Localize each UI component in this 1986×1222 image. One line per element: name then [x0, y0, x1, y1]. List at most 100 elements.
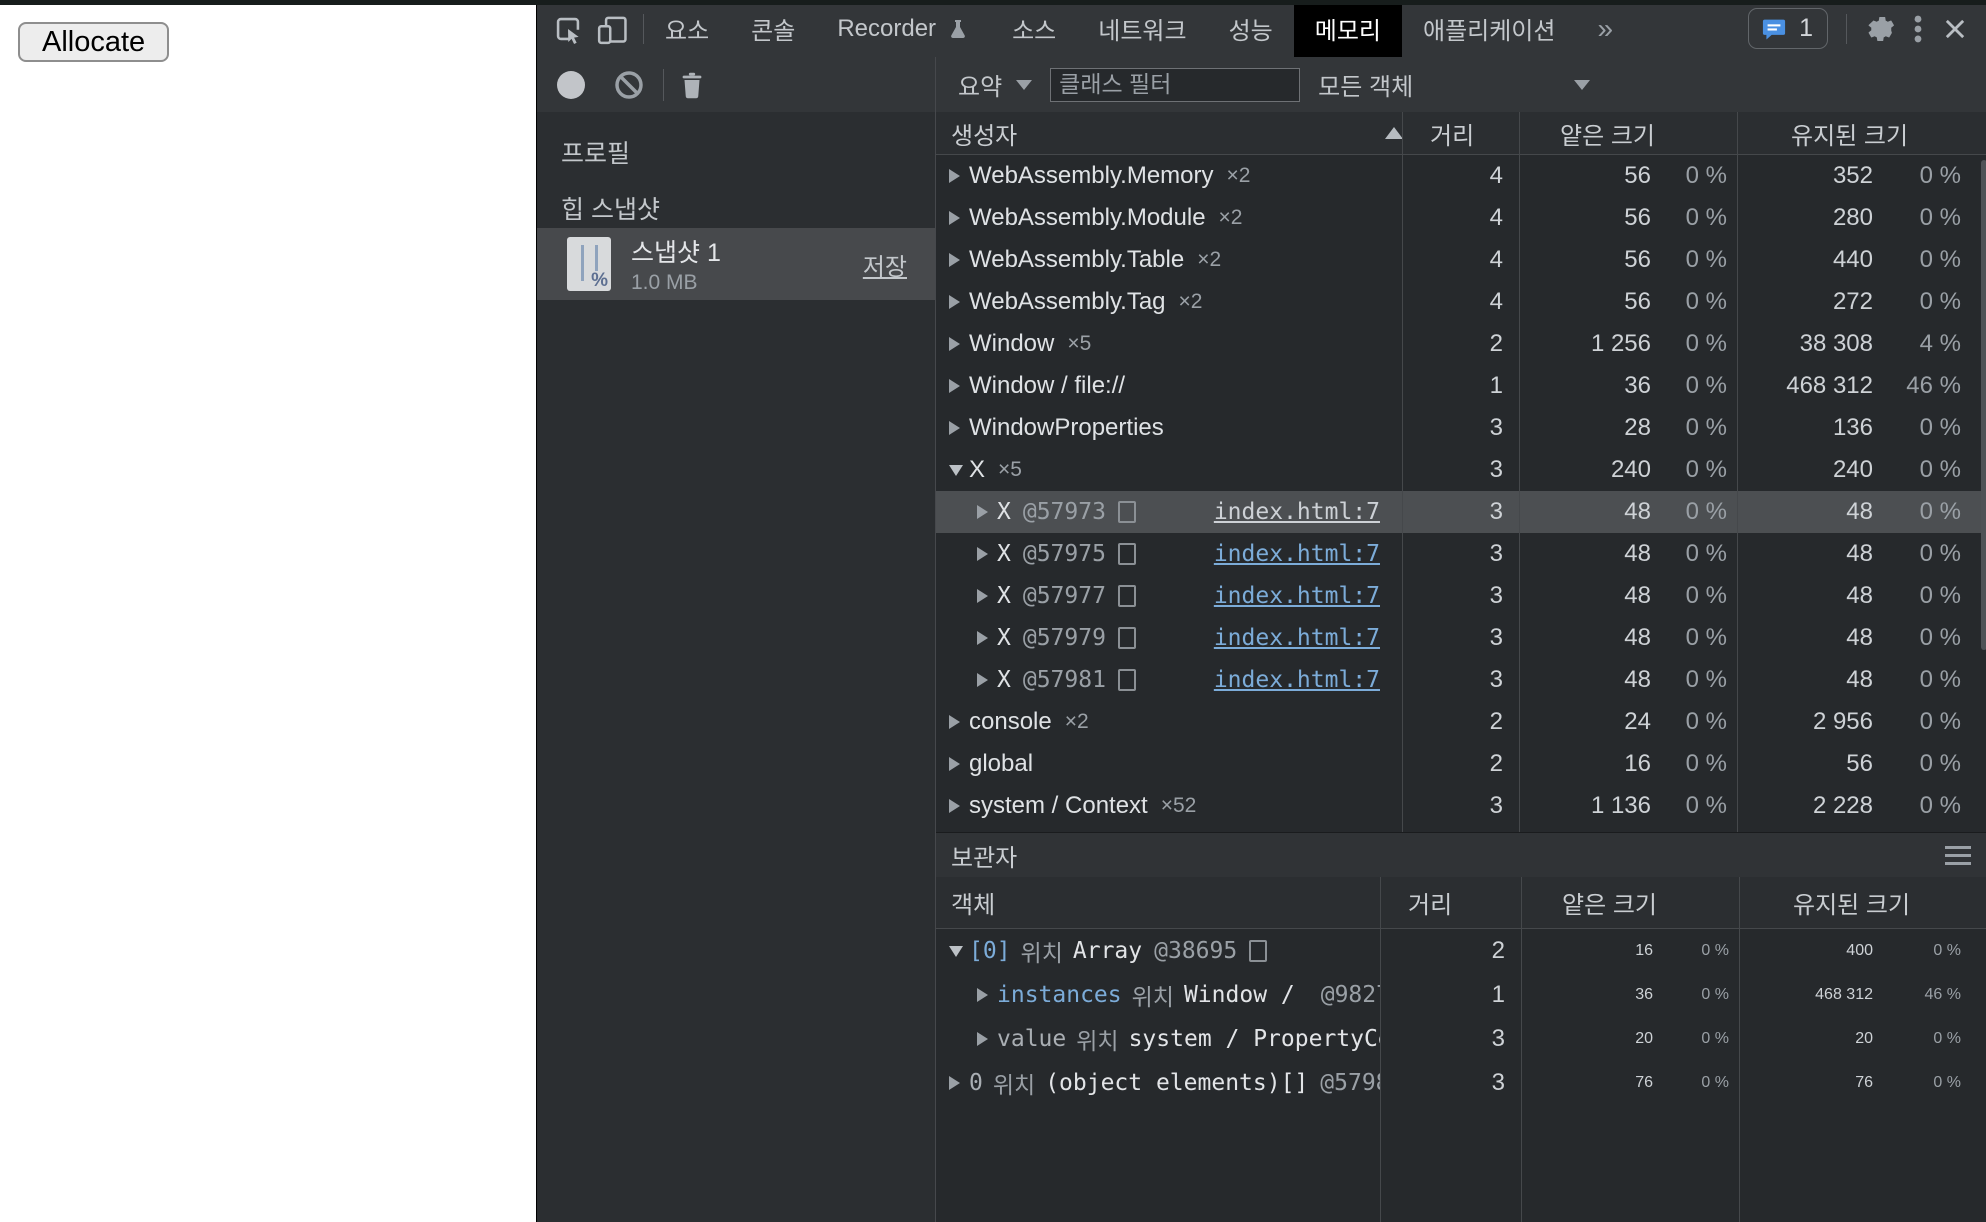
tab-소스[interactable]: 소스	[991, 0, 1077, 57]
expand-arrow-icon[interactable]	[949, 1076, 969, 1090]
heap-row[interactable]: console×22240 %2 9560 %	[936, 701, 1986, 743]
constructor-name: Window / file://	[969, 372, 1125, 400]
snapshot-item[interactable]: % 스냅샷 1 1.0 MB 저장	[537, 228, 935, 300]
heap-row[interactable]: WebAssembly.Module×24560 %2800 %	[936, 197, 1986, 239]
scrollbar-thumb[interactable]	[1981, 160, 1986, 650]
expand-arrow-icon[interactable]	[949, 211, 969, 225]
retainer-row[interactable]: [0]위치Array@386952160 %4000 %	[936, 929, 1986, 973]
shallow-size-cell: 560 %	[1519, 246, 1737, 274]
allocate-button[interactable]: Allocate	[18, 22, 169, 62]
retainer-row[interactable]: 0위치(object elements)[]@579833760 %760 %	[936, 1061, 1986, 1105]
expand-arrow-icon[interactable]	[949, 757, 969, 771]
column-object[interactable]: 객체	[936, 885, 1395, 920]
expand-arrow-icon[interactable]	[977, 988, 997, 1002]
shallow-value: 1 256	[1591, 330, 1651, 358]
expand-arrow-icon[interactable]	[949, 169, 969, 183]
source-link[interactable]: index.html:7	[1214, 625, 1380, 651]
tab-성능[interactable]: 성능	[1208, 0, 1294, 57]
column-resizer[interactable]	[1739, 877, 1740, 1222]
heap-row[interactable]: X@57977index.html:73480 %480 %	[936, 575, 1986, 617]
expand-arrow-icon[interactable]	[949, 715, 969, 729]
retained-size-cell: 480 %	[1737, 624, 1986, 652]
object-scope-select[interactable]: 모든 객체	[1318, 67, 1590, 102]
column-shallow-size[interactable]: 얕은 크기	[1549, 885, 1780, 920]
heap-row[interactable]: X@57979index.html:73480 %480 %	[936, 617, 1986, 659]
issues-counter-button[interactable]: 1	[1748, 8, 1828, 49]
source-link[interactable]: index.html:7	[1214, 499, 1380, 525]
retained-size-cell: 200 %	[1739, 1030, 1986, 1048]
column-constructor[interactable]: 생성자	[936, 116, 1417, 151]
hamburger-icon[interactable]	[1945, 846, 1971, 865]
column-resizer[interactable]	[1402, 112, 1403, 832]
tab-Recorder[interactable]: Recorder	[816, 0, 991, 57]
tab-콘솔[interactable]: 콘솔	[730, 0, 816, 57]
more-tabs-chevron[interactable]: »	[1576, 0, 1634, 57]
expand-arrow-icon[interactable]	[977, 505, 997, 519]
column-retained-size[interactable]: 유지된 크기	[1780, 885, 1986, 920]
heap-row[interactable]: WindowProperties3280 %1360 %	[936, 407, 1986, 449]
retainer-row[interactable]: instances위치Window /@98271360 %468 31246 …	[936, 973, 1986, 1017]
expand-arrow-icon[interactable]	[949, 337, 969, 351]
column-resizer[interactable]	[1519, 112, 1520, 832]
tab-요소[interactable]: 요소	[644, 0, 730, 57]
column-resizer[interactable]	[1521, 877, 1522, 1222]
heap-row[interactable]: X×532400 %2400 %	[936, 449, 1986, 491]
tab-네트워크[interactable]: 네트워크	[1077, 0, 1207, 57]
collapse-arrow-icon[interactable]	[949, 946, 969, 957]
clear-icon[interactable]	[613, 69, 645, 101]
column-resizer[interactable]	[1737, 112, 1738, 832]
heap-row[interactable]: global2160 %560 %	[936, 743, 1986, 785]
record-icon[interactable]	[557, 71, 585, 99]
heap-row[interactable]: Window / file://1360 %468 31246 %	[936, 365, 1986, 407]
column-retained-size[interactable]: 유지된 크기	[1778, 116, 1986, 151]
source-link[interactable]: index.html:7	[1214, 541, 1380, 567]
heap-row[interactable]: X@57981index.html:73480 %480 %	[936, 659, 1986, 701]
close-icon[interactable]	[1941, 15, 1969, 43]
retained-size-cell: 560 %	[1737, 750, 1986, 778]
gear-icon[interactable]	[1865, 14, 1895, 44]
heap-row[interactable]: X@57973index.html:73480 %480 %	[936, 491, 1986, 533]
inspect-icon[interactable]	[551, 12, 585, 46]
expand-arrow-icon[interactable]	[949, 799, 969, 813]
collapse-arrow-icon[interactable]	[949, 465, 969, 476]
source-link[interactable]: index.html:7	[1214, 583, 1380, 609]
perspective-select[interactable]: 요약	[958, 67, 1032, 102]
heap-row[interactable]: WebAssembly.Memory×24560 %3520 %	[936, 155, 1986, 197]
expand-arrow-icon[interactable]	[949, 421, 969, 435]
retained-size-cell: 760 %	[1739, 1074, 1986, 1092]
retained-size-cell: 2 2280 %	[1737, 792, 1986, 820]
tab-애플리케이션[interactable]: 애플리케이션	[1402, 0, 1576, 57]
expand-arrow-icon[interactable]	[977, 673, 997, 687]
retained-size-cell: 480 %	[1737, 666, 1986, 694]
expand-arrow-icon[interactable]	[977, 1032, 997, 1046]
heap-row[interactable]: WebAssembly.Table×24560 %4400 %	[936, 239, 1986, 281]
constructor-name: WebAssembly.Tag	[969, 288, 1166, 316]
class-filter-input[interactable]	[1050, 68, 1300, 102]
column-distance[interactable]: 거리	[1395, 885, 1549, 920]
heap-row[interactable]: X@57975index.html:73480 %480 %	[936, 533, 1986, 575]
heap-row[interactable]: Window×521 2560 %38 3084 %	[936, 323, 1986, 365]
expand-arrow-icon[interactable]	[977, 547, 997, 561]
kebab-menu-icon[interactable]	[1913, 12, 1923, 46]
shallow-size-cell: 360 %	[1519, 372, 1737, 400]
heap-row[interactable]: system / Context×5231 1360 %2 2280 %	[936, 785, 1986, 827]
expand-arrow-icon[interactable]	[949, 295, 969, 309]
shallow-value: 20	[1635, 1030, 1653, 1048]
column-resizer[interactable]	[1380, 877, 1381, 1222]
device-toolbar-icon[interactable]	[595, 12, 631, 46]
tab-메모리[interactable]: 메모리	[1294, 0, 1402, 57]
save-snapshot-link[interactable]: 저장	[863, 247, 907, 282]
trash-icon[interactable]	[677, 69, 707, 101]
instance-count: ×2	[1219, 206, 1243, 230]
object-id: @57975	[1023, 541, 1106, 567]
source-link[interactable]: index.html:7	[1214, 667, 1380, 693]
expand-arrow-icon[interactable]	[949, 253, 969, 267]
expand-arrow-icon[interactable]	[977, 631, 997, 645]
perspective-value: 요약	[958, 67, 1002, 102]
expand-arrow-icon[interactable]	[977, 589, 997, 603]
column-shallow-size[interactable]: 얕은 크기	[1547, 116, 1778, 151]
retainer-row[interactable]: value위치system / PropertyCel3200 %200 %	[936, 1017, 1986, 1061]
column-distance[interactable]: 거리	[1417, 116, 1547, 151]
expand-arrow-icon[interactable]	[949, 379, 969, 393]
heap-row[interactable]: WebAssembly.Tag×24560 %2720 %	[936, 281, 1986, 323]
